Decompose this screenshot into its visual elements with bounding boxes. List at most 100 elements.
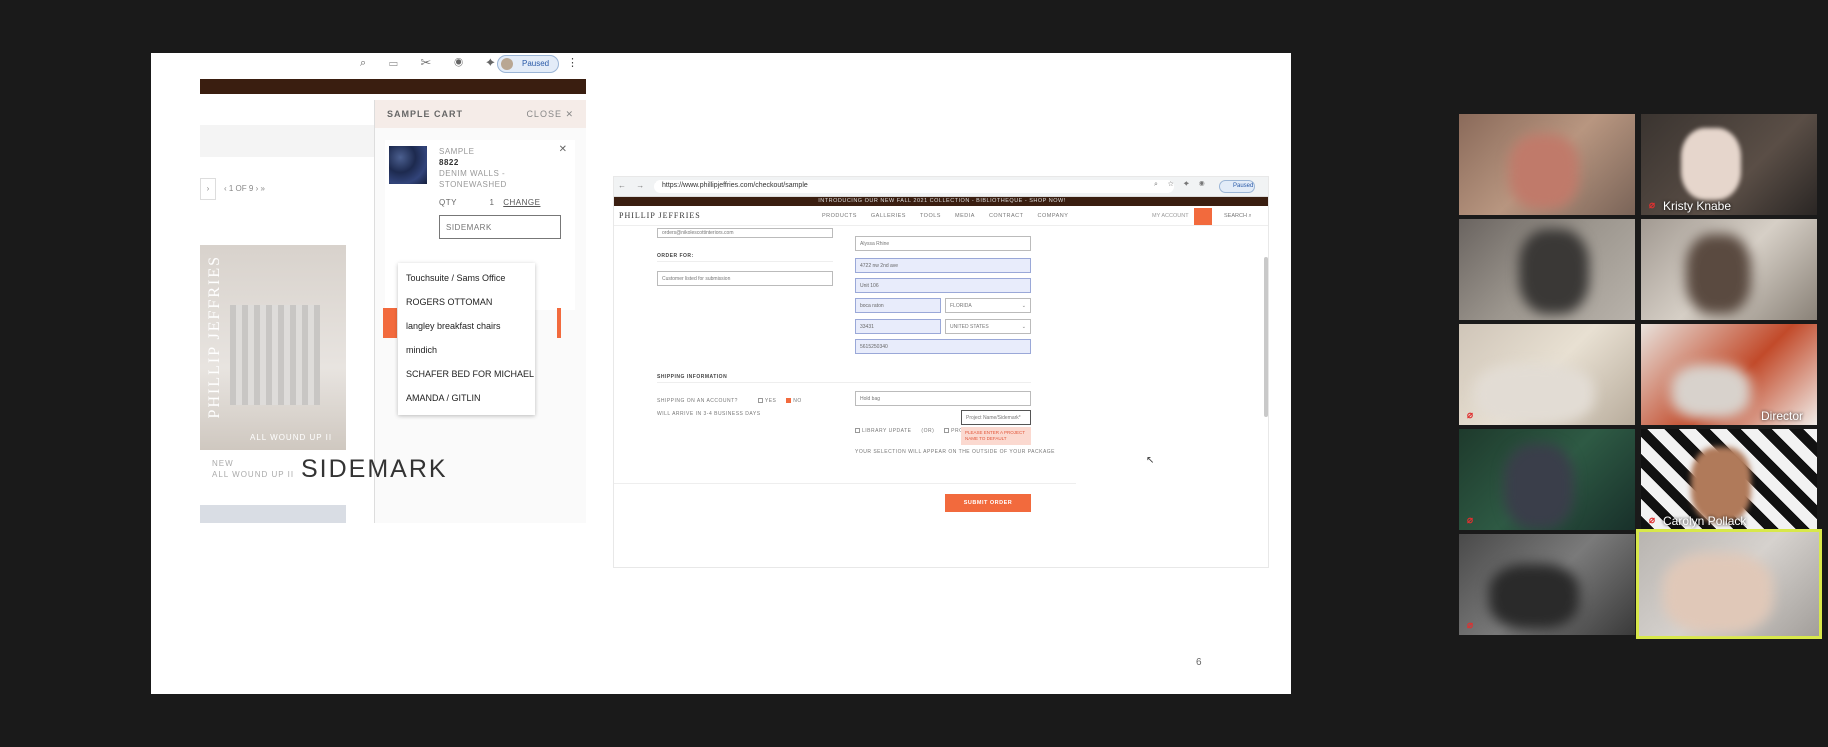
arrival-note: WILL ARRIVE IN 3-4 BUSINESS DAYS <box>657 411 761 417</box>
participant-tile[interactable] <box>1459 219 1635 320</box>
shipping-info-heading: SHIPPING INFORMATION <box>657 374 728 380</box>
product-image <box>230 305 320 405</box>
change-qty-link[interactable]: CHANGE <box>503 198 540 207</box>
paused-badge[interactable]: Paused <box>497 55 559 73</box>
email-field[interactable]: orders@nikolescottinteriors.com <box>657 228 833 238</box>
sidemark-option[interactable]: langley breakfast chairs <box>398 314 535 338</box>
ship-via-field[interactable]: Hold bag <box>855 391 1031 406</box>
brand-logo[interactable]: PHILLIP JEFFRIES <box>619 211 701 220</box>
participant-video <box>1691 447 1751 522</box>
participant-tile[interactable]: ⌀ <box>1459 534 1635 635</box>
muted-mic-icon: ⌀ <box>1649 515 1656 526</box>
participant-video <box>1519 229 1589 314</box>
participant-tile[interactable] <box>1459 114 1635 215</box>
state-select[interactable]: FLORIDA ⌄ <box>945 298 1031 313</box>
participant-tile[interactable]: ⌀ Kristy Knabe <box>1641 114 1817 215</box>
mouse-cursor-icon: ↖ <box>1146 455 1155 466</box>
package-note: YOUR SELECTION WILL APPEAR ON THE OUTSID… <box>855 449 1056 455</box>
brand-watermark: PHILLIP JEFFRIES <box>206 255 223 419</box>
product-tile[interactable]: PHILLIP JEFFRIES ALL WOUND UP II <box>200 245 346 450</box>
sidemark-option[interactable]: Touchsuite / Sams Office <box>398 266 535 290</box>
browser-toolbar-icons: ⌕ ▭ ✂ ◉ ✦ <box>360 57 505 69</box>
muted-mic-icon: ⌀ <box>1467 515 1474 526</box>
close-button[interactable]: CLOSE ✕ <box>526 109 574 120</box>
page-number: 6 <box>1196 657 1202 668</box>
sidemark-option[interactable]: mindich <box>398 338 535 362</box>
site-top-bar <box>200 79 586 94</box>
street-field[interactable]: 4722 nw 2nd ave <box>855 258 1031 273</box>
qty-row: QTY 1 CHANGE <box>439 198 541 207</box>
city-field[interactable]: boca raton <box>855 298 941 313</box>
my-account-link[interactable]: MY ACCOUNT <box>1152 213 1189 219</box>
participant-tile[interactable]: ⌀ <box>1459 324 1635 425</box>
scrollbar[interactable] <box>1264 257 1268 417</box>
name-field[interactable]: Alyssa Rhine <box>855 236 1031 251</box>
participant-tile-active-speaker[interactable] <box>1636 529 1822 639</box>
muted-mic-icon: ⌀ <box>1467 410 1474 421</box>
submit-order-button[interactable]: SUBMIT ORDER <box>945 494 1031 512</box>
unit-field[interactable]: Unit 106 <box>855 278 1031 293</box>
participant-video <box>1671 364 1751 419</box>
participant-tile[interactable] <box>1641 219 1817 320</box>
chevron-down-icon: ⌄ <box>1021 303 1026 309</box>
participant-video <box>1489 564 1579 629</box>
checkbox-checked-icon <box>786 398 792 404</box>
order-for-input[interactable]: Customer listed for submission <box>657 271 833 286</box>
nav-company[interactable]: COMPANY <box>1038 213 1069 219</box>
participant-tile[interactable]: Director <box>1641 324 1817 425</box>
browser-extension-icons: ⌕ ☆ ✦ ◉ <box>1154 181 1209 188</box>
shipping-account-question: SHIPPING ON AN ACCOUNT? YES NO <box>657 398 802 404</box>
address-bar[interactable]: https://www.phillipjeffries.com/checkout… <box>654 180 1174 193</box>
sidemark-input[interactable] <box>439 215 561 239</box>
divider <box>657 261 833 262</box>
nav-media[interactable]: MEDIA <box>955 213 975 219</box>
sidemark-option[interactable]: SCHAFER BED FOR MICHAEL <box>398 362 535 386</box>
no-radio[interactable]: NO <box>786 398 802 404</box>
participant-video <box>1509 134 1579 209</box>
participant-tile[interactable]: ⌀ Carolyn Pollack <box>1641 429 1817 530</box>
participant-tile[interactable]: ⌀ <box>1459 429 1635 530</box>
nav-products[interactable]: PRODUCTS <box>822 213 857 219</box>
product-tile[interactable] <box>200 505 346 523</box>
nav-tools[interactable]: TOOLS <box>920 213 941 219</box>
browser-toolbar: ⌕ ▭ ✂ ◉ ✦ Paused ⋮ <box>200 53 586 79</box>
slide-caption: SIDEMARK <box>301 455 448 483</box>
library-update-checkbox[interactable]: LIBRARY UPDATE <box>855 428 912 434</box>
remove-item-icon[interactable]: ✕ <box>559 144 567 155</box>
filter-band <box>200 125 380 157</box>
participant-video <box>1474 364 1594 424</box>
presentation-slide: ⌕ ▭ ✂ ◉ ✦ Paused ⋮ › ‹ 1 OF 9 › » PHILLIP… <box>151 53 1291 694</box>
more-icon[interactable]: ⋮ <box>567 56 578 69</box>
prev-page-button[interactable]: › <box>200 178 216 200</box>
divider <box>657 382 1031 383</box>
phone-field[interactable]: 5615250340 <box>855 339 1031 354</box>
cart-bag-icon[interactable] <box>1194 208 1212 225</box>
product-overlay-text: ALL WOUND UP II <box>250 433 333 442</box>
promo-banner[interactable]: INTRODUCING OUR NEW FALL 2021 COLLECTION… <box>614 197 1268 206</box>
project-name-error: PLEASE ENTER A PROJECT NAME TO DEFAULT <box>961 427 1031 445</box>
sidemark-option[interactable]: AMANDA / GITLIN <box>398 386 535 410</box>
checkout-screenshot: ← → ↻ https://www.phillipjeffries.com/ch… <box>613 176 1269 568</box>
nav-contract[interactable]: CONTRACT <box>989 213 1024 219</box>
project-name-input[interactable]: Project Name/Sidemark* <box>961 410 1031 425</box>
zip-field[interactable]: 33431 <box>855 319 941 334</box>
chevron-down-icon: ⌄ <box>1021 324 1026 330</box>
paused-badge[interactable]: Paused <box>1219 180 1255 193</box>
participant-name: Kristy Knabe <box>1663 199 1732 213</box>
nav-galleries[interactable]: GALLERIES <box>871 213 906 219</box>
search-link[interactable]: SEARCH ⌕ <box>1224 213 1252 220</box>
item-meta: SAMPLE 8822 DENIM WALLS - STONEWASHED <box>439 147 507 189</box>
checkbox-icon <box>855 428 860 434</box>
add-to-cart-button[interactable] <box>557 308 561 338</box>
country-select[interactable]: UNITED STATES ⌄ <box>945 319 1031 334</box>
add-to-cart-button[interactable] <box>383 308 397 338</box>
participant-video <box>1504 444 1574 529</box>
participant-video <box>1663 553 1773 633</box>
muted-mic-icon: ⌀ <box>1649 200 1656 211</box>
yes-radio[interactable]: YES <box>757 398 777 404</box>
sidemark-option[interactable]: ROGERS OTTOMAN <box>398 290 535 314</box>
avatar <box>501 58 513 70</box>
pagination[interactable]: › ‹ 1 OF 9 › » <box>200 178 265 200</box>
main-nav: PRODUCTS GALLERIES TOOLS MEDIA CONTRACT … <box>822 213 1080 219</box>
site-header: PHILLIP JEFFRIES PRODUCTS GALLERIES TOOL… <box>614 206 1268 226</box>
